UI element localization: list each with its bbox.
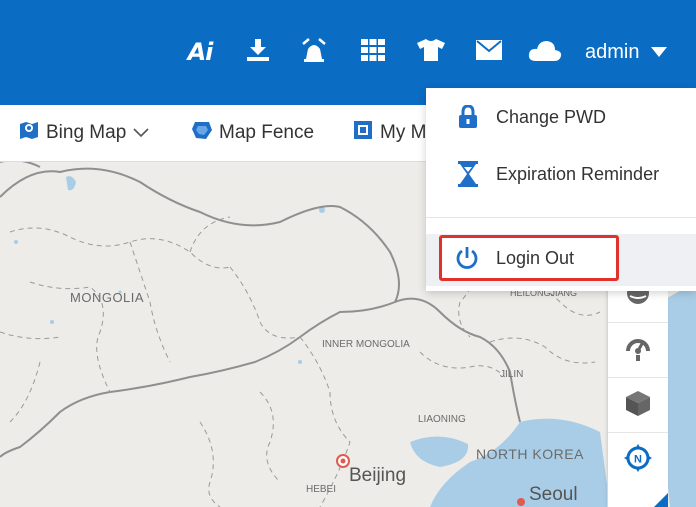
map-fence-label: Map Fence (219, 122, 315, 143)
chevron-down-icon (132, 127, 156, 139)
shirt-button[interactable] (416, 38, 446, 66)
map-label-seoul: Seoul (529, 484, 578, 505)
mail-button[interactable] (475, 38, 503, 66)
grid-icon (361, 38, 385, 66)
map-label-inner-mongolia: INNER MONGOLIA (322, 339, 410, 350)
bing-map-label: Bing Map (46, 122, 127, 143)
expiration-reminder-label: Expiration Reminder (496, 163, 660, 184)
cloud-icon (528, 39, 562, 66)
grid-button[interactable] (360, 38, 386, 66)
fence-icon (191, 119, 219, 147)
map-label-liaoning: LIAONING (418, 414, 466, 425)
ai-logo[interactable]: Ai (182, 38, 218, 66)
user-menu-toggle[interactable]: admin (585, 38, 668, 66)
lock-icon (454, 105, 482, 129)
compass-tool-button[interactable]: N (608, 432, 668, 487)
download-button[interactable] (245, 38, 271, 66)
compass-icon: N (623, 443, 653, 478)
user-dropdown-menu: Change PWD Expiration Reminder Login Out (426, 88, 696, 291)
map-label-north-korea: NORTH KOREA (476, 446, 584, 462)
change-password-item[interactable]: Change PWD (426, 92, 696, 142)
map-label-hebei: HEBEI (306, 484, 337, 495)
bing-map-button[interactable]: Bing Map (18, 119, 156, 147)
map-side-toolbar: N (607, 268, 668, 507)
hourglass-icon (454, 161, 482, 187)
speedometer-tool-button[interactable] (608, 322, 668, 377)
alarm-button[interactable] (301, 37, 327, 68)
power-icon (454, 245, 480, 271)
map-fence-button[interactable]: Map Fence (191, 119, 314, 147)
my-map-label: My M (380, 122, 427, 143)
alarm-icon (301, 37, 327, 68)
mail-icon (476, 39, 502, 65)
speedometer-icon (623, 333, 653, 368)
svg-text:N: N (634, 453, 642, 465)
caret-down-icon (651, 47, 668, 57)
cloud-button[interactable] (528, 38, 562, 66)
change-password-label: Change PWD (496, 106, 607, 127)
map-label-jilin: JILIN (500, 369, 524, 380)
map-label-beijing: Beijing (349, 465, 407, 486)
expiration-reminder-item[interactable]: Expiration Reminder (426, 149, 696, 199)
logout-button[interactable]: Login Out (439, 235, 619, 281)
map-marker-icon (18, 119, 46, 147)
shirt-icon (416, 38, 446, 67)
square-icon (352, 119, 380, 147)
menu-divider (426, 217, 696, 218)
map-label-mongolia: MONGOLIA (70, 290, 145, 305)
my-map-button[interactable]: My M (352, 119, 426, 147)
logout-label: Login Out (496, 247, 575, 268)
cube-icon (624, 389, 652, 422)
download-icon (246, 38, 270, 67)
cube-tool-button[interactable] (608, 377, 668, 432)
logout-row: Login Out (426, 234, 696, 286)
user-name: admin (585, 40, 640, 63)
corner-triangle (654, 493, 668, 507)
